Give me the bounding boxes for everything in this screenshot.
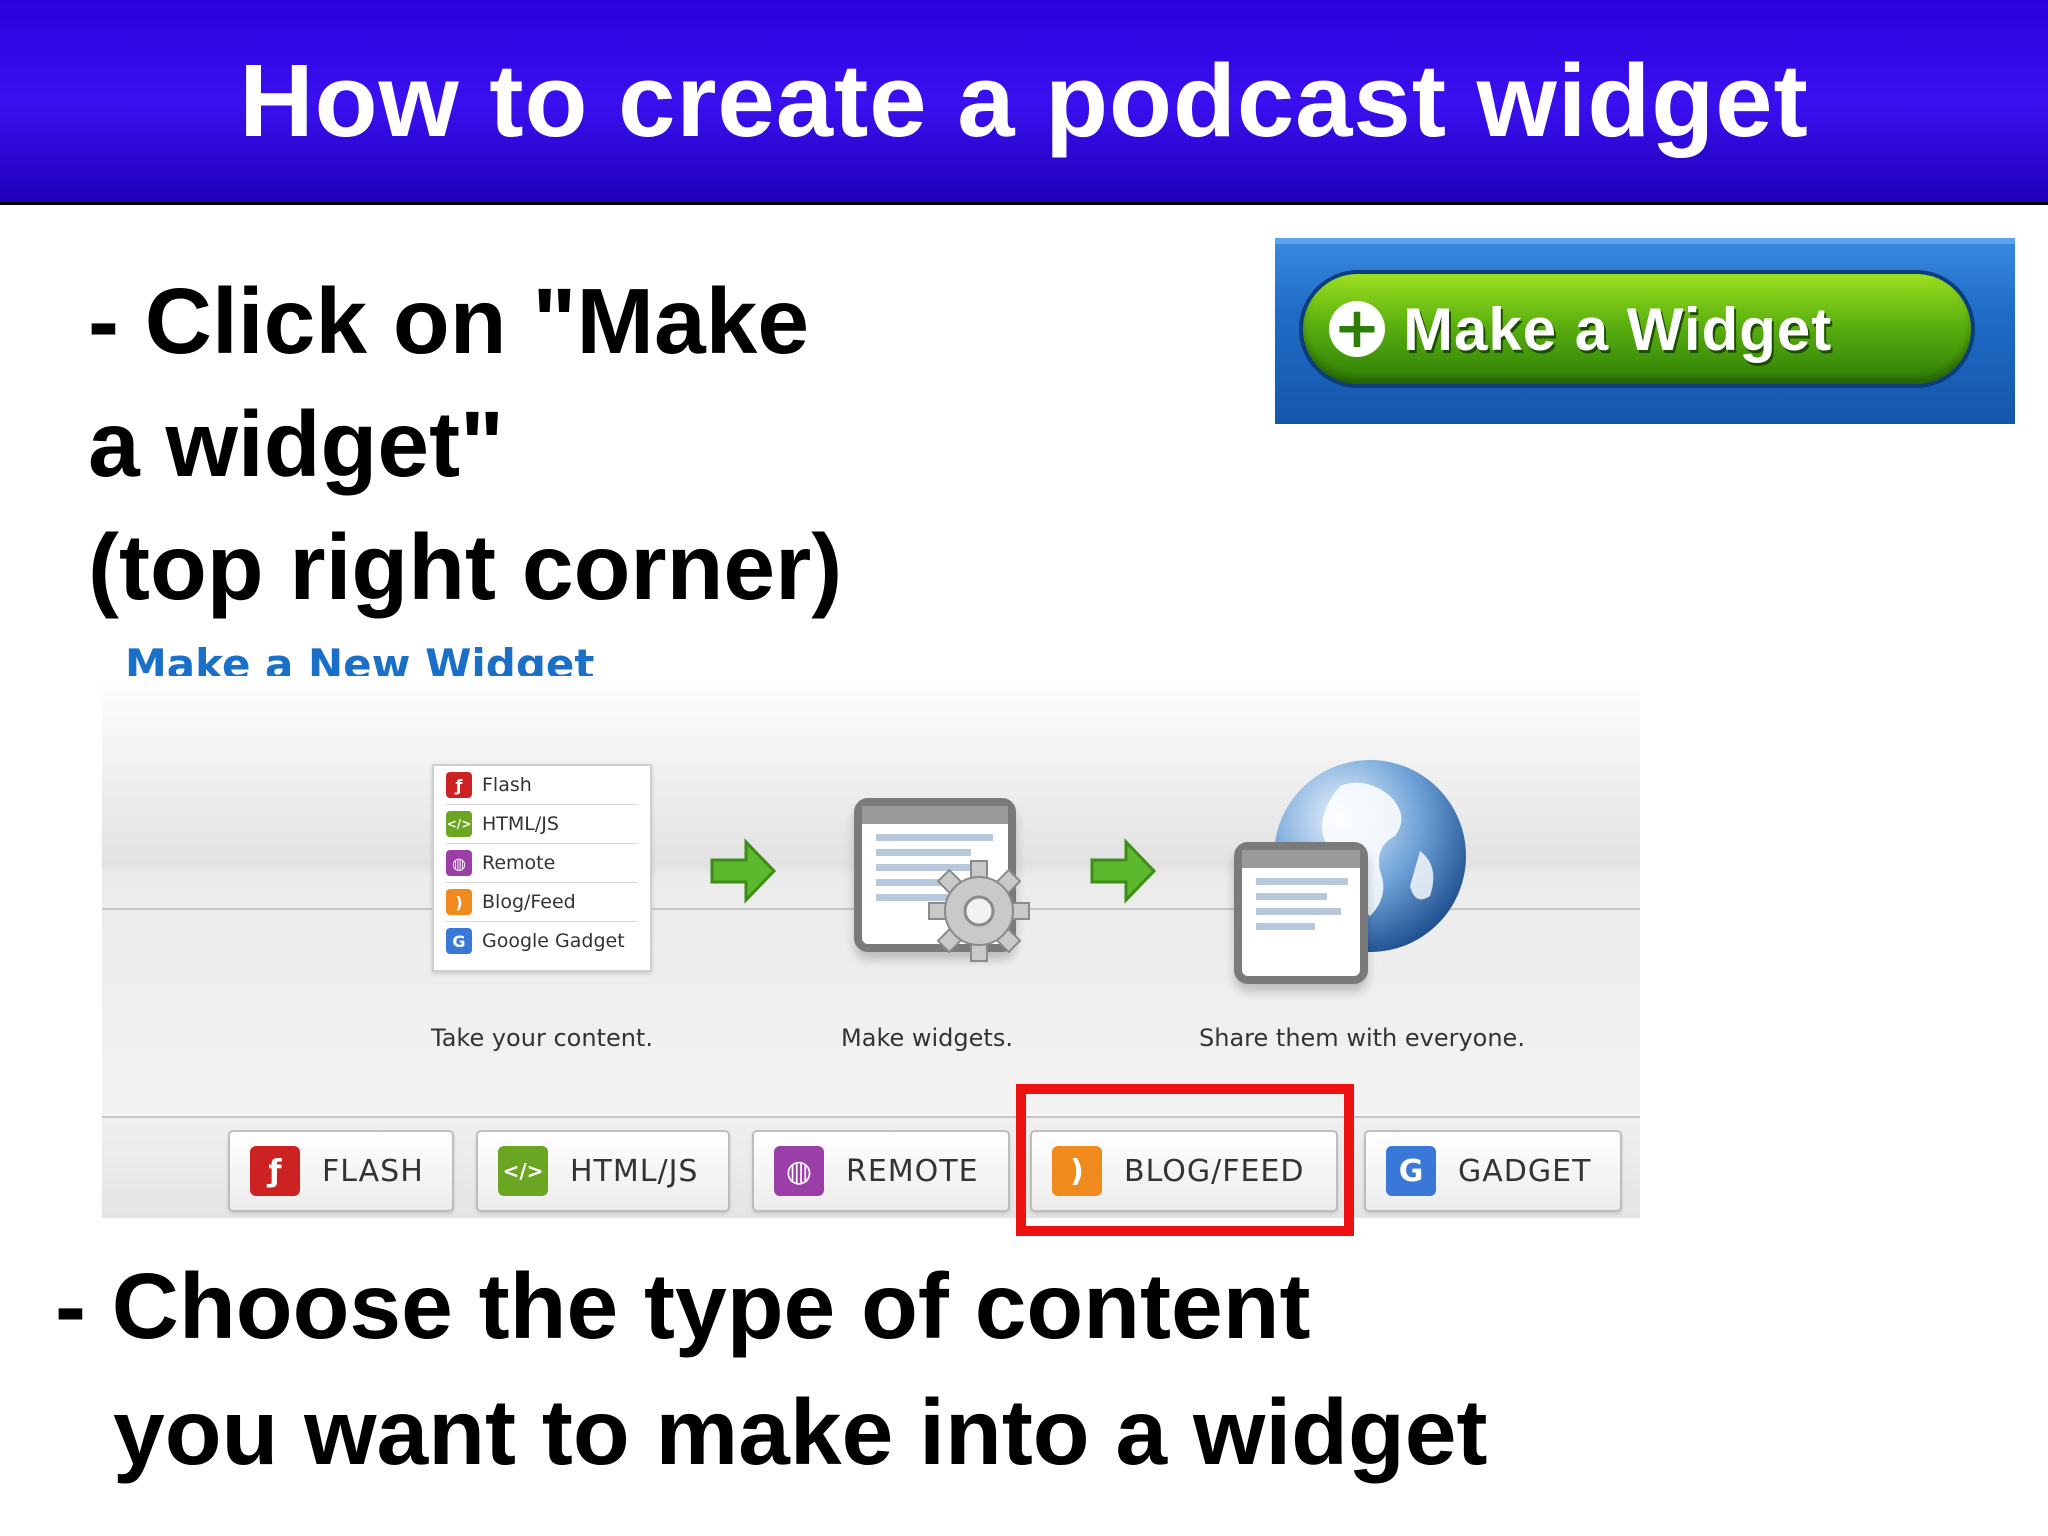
flash-icon: ƒ [250,1146,300,1196]
plus-circle-icon: + [1329,301,1385,357]
slide-title-bar: How to create a podcast widget [0,0,2048,205]
make-a-widget-button[interactable]: + Make a Widget [1303,274,1971,384]
code-icon: </> [446,811,472,837]
step-one-line: - Click on "Make [88,269,810,373]
menu-item-label: Google Gadget [482,930,625,952]
menu-item-remote[interactable]: ◍ Remote [446,844,638,883]
browser-window-icon [1234,842,1368,984]
remote-type-button[interactable]: ◍ REMOTE [752,1130,1010,1212]
menu-item-label: HTML/JS [482,813,559,835]
step-caption: Make widgets. [841,1024,1013,1052]
step-one-line: a widget" [88,392,505,496]
arrow-right-icon [710,838,777,904]
globe-icon: ◍ [446,850,472,876]
menu-item-label: Flash [482,774,532,796]
step-two-line: - Choose the type of content [55,1254,1311,1358]
step-two-line: you want to make into a widget [113,1380,1488,1484]
flash-icon: ƒ [446,772,472,798]
gadget-type-button[interactable]: G GADGET [1364,1130,1622,1212]
button-label: FLASH [322,1153,424,1189]
menu-item-google-gadget[interactable]: G Google Gadget [446,922,638,960]
step-caption: Share them with everyone. [1199,1024,1525,1052]
button-label: HTML/JS [570,1153,699,1189]
widget-type-screenshot: ƒ Flash </> HTML/JS ◍ Remote ) Blog/Feed… [102,676,1640,1218]
gear-icon [928,860,1030,962]
menu-item-label: Blog/Feed [482,891,576,913]
google-g-icon: G [446,928,472,954]
menu-item-blog-feed[interactable]: ) Blog/Feed [446,883,638,922]
step-two-instructions: - Choose the type of content you want to… [55,1243,1487,1495]
step-one-instructions: - Click on "Make a widget" (top right co… [88,260,842,629]
code-icon: </> [498,1146,548,1196]
make-a-widget-label: Make a Widget [1403,295,1833,363]
arrow-right-icon [1090,838,1157,904]
html-js-type-button[interactable]: </> HTML/JS [476,1130,730,1212]
content-menu: ƒ Flash </> HTML/JS ◍ Remote ) Blog/Feed… [432,764,652,972]
globe-icon: ◍ [774,1146,824,1196]
menu-item-flash[interactable]: ƒ Flash [446,766,638,805]
make-widget-banner: + Make a Widget [1275,238,2015,424]
rss-icon: ) [446,889,472,915]
button-label: GADGET [1458,1153,1592,1189]
flash-type-button[interactable]: ƒ FLASH [228,1130,454,1212]
menu-item-html-js[interactable]: </> HTML/JS [446,805,638,844]
content-type-bar: ƒ FLASH </> HTML/JS ◍ REMOTE ) BLOG/FEED… [102,1116,1640,1218]
slide-title: How to create a podcast widget [239,43,1809,158]
google-g-icon: G [1386,1146,1436,1196]
button-label: REMOTE [846,1153,979,1189]
step-one-line: (top right corner) [88,515,843,619]
menu-item-label: Remote [482,852,556,874]
step-caption: Take your content. [431,1024,653,1052]
blog-feed-highlight-box [1016,1084,1354,1236]
